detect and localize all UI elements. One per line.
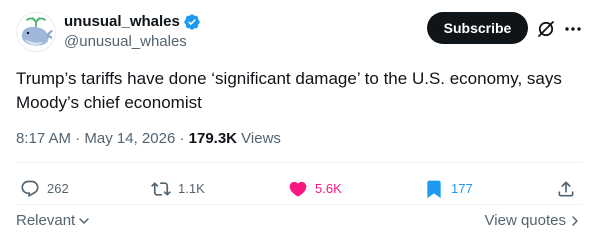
author-name-row[interactable]: unusual_whales [64,13,201,31]
repost-button[interactable]: 1.1K [151,177,205,201]
share-icon [558,181,574,197]
tweet-date[interactable]: May 14, 2026 [84,130,175,147]
reply-sort-row: Relevant View quotes [16,212,582,232]
reply-count: 262 [47,181,69,196]
bookmark-icon [427,180,441,199]
like-button[interactable]: 5.6K [288,177,342,201]
tweet: unusual_whales @unusual_whales Subscribe… [0,0,598,243]
chevron-down-icon [79,217,89,224]
verified-badge-icon [184,14,200,30]
more-icon [565,27,581,31]
bookmark-count: 177 [451,181,473,196]
reply-button[interactable]: 262 [20,177,69,201]
subscribe-button[interactable]: Subscribe [427,12,528,44]
repost-icon [151,182,171,196]
divider [16,204,582,205]
divider [16,162,582,163]
tweet-meta: 8:17 AM · May 14, 2026 · 179.3K Views [16,129,281,149]
view-quotes-label: View quotes [484,212,566,229]
grok-button[interactable] [536,19,556,39]
like-count: 5.6K [315,181,342,196]
reply-icon [21,180,39,198]
bookmark-button[interactable]: 177 [424,177,473,201]
tweet-text: Trump’s tariffs have done ‘significant d… [16,69,562,112]
sort-label: Relevant [16,212,76,229]
action-bar: 262 1.1K 5.6K 177 [16,177,582,201]
meta-separator: · [71,130,85,147]
display-name[interactable]: unusual_whales [64,13,180,31]
more-button[interactable] [563,19,583,39]
chevron-right-icon [572,215,578,226]
sort-relevant-button[interactable]: Relevant [16,212,91,229]
tweet-time[interactable]: 8:17 AM [16,130,71,147]
avatar[interactable] [16,12,56,52]
view-quotes-link[interactable]: View quotes [485,212,582,229]
repost-count: 1.1K [178,181,205,196]
heart-icon [289,181,307,197]
views-label: Views [237,130,281,147]
author-handle[interactable]: @unusual_whales [64,33,187,51]
whale-avatar-icon [16,12,56,52]
meta-separator: · [175,130,189,147]
share-button[interactable] [556,177,576,201]
grok-icon [538,21,554,37]
views-count: 179.3K [188,130,238,147]
